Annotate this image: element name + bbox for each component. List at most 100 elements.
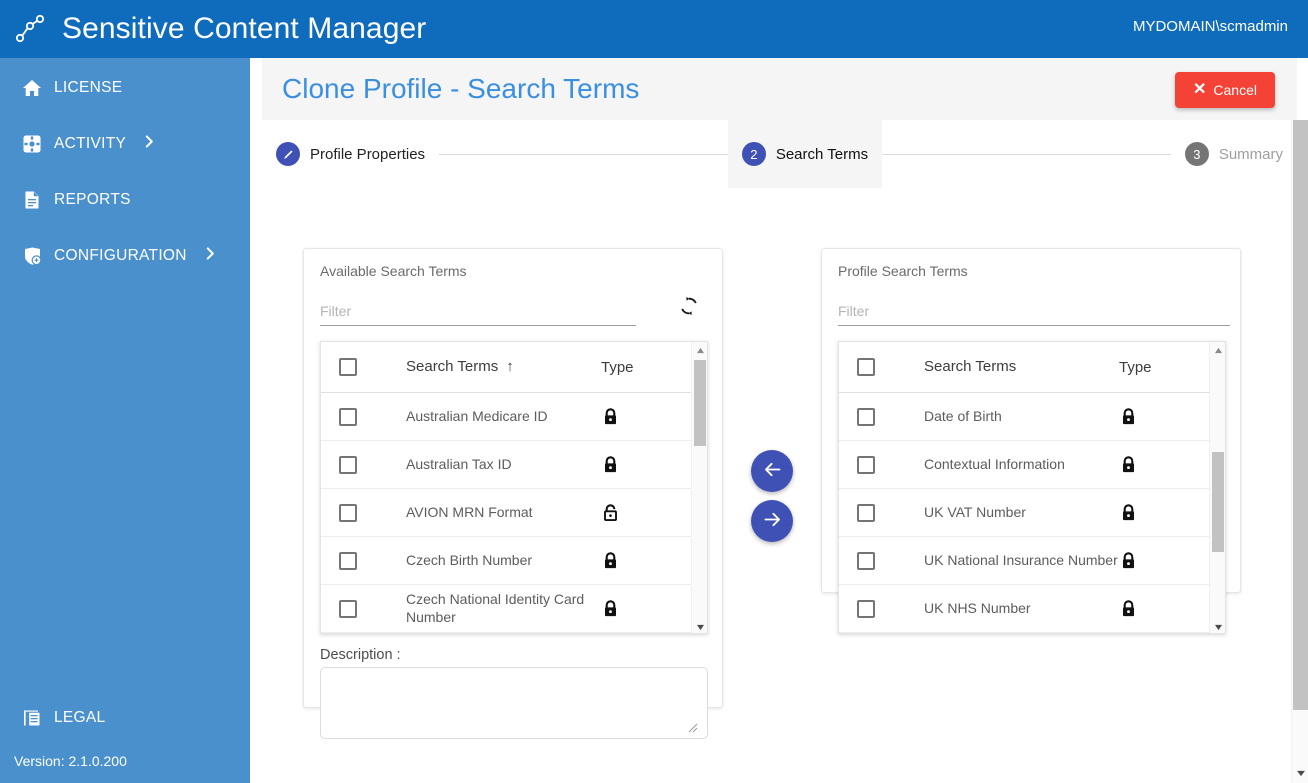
row-checkbox[interactable] (339, 599, 357, 618)
table-row[interactable]: Czech National Identity Card Number (321, 585, 693, 633)
current-user-label: MYDOMAIN\scmadmin (1132, 18, 1288, 35)
sidebar-item-label: LICENSE (54, 79, 123, 96)
select-all-checkbox[interactable] (339, 358, 357, 376)
home-icon (22, 78, 42, 98)
row-checkbox[interactable] (339, 455, 357, 474)
profile-list-header: Search Terms Type (839, 342, 1211, 393)
sidebar-item-activity[interactable]: ACTIVITY (0, 126, 250, 162)
available-list-scrollbar[interactable] (691, 342, 707, 633)
available-filter-input[interactable] (320, 297, 636, 326)
gear-square-icon (22, 134, 42, 154)
lock-closed-icon (1119, 407, 1211, 426)
move-left-button[interactable] (751, 450, 793, 492)
row-term-name: UK VAT Number (924, 503, 1026, 520)
arrow-right-icon (762, 509, 783, 533)
book-icon (22, 708, 42, 728)
step-label: Profile Properties (310, 145, 426, 163)
sidebar: LICENSE ACTIVITY REPORTS CONFIGURATION L… (0, 58, 250, 783)
row-checkbox[interactable] (857, 551, 875, 570)
row-checkbox[interactable] (857, 455, 875, 474)
refresh-icon[interactable] (674, 291, 704, 321)
lock-closed-icon (601, 407, 693, 426)
description-label: Description : (320, 647, 401, 663)
scroll-down-icon[interactable] (1292, 765, 1308, 781)
lock-closed-icon (601, 599, 693, 618)
column-header-label: Search Terms (406, 357, 499, 375)
row-checkbox[interactable] (857, 407, 875, 426)
version-text: Version: 2.1.0.200 (14, 753, 127, 769)
available-filter-wrap (320, 297, 636, 327)
scroll-up-icon[interactable] (692, 342, 707, 358)
close-x-icon: ✕ (1193, 81, 1207, 98)
table-row[interactable]: UK NHS Number (839, 585, 1211, 633)
table-row[interactable]: Australian Tax ID (321, 441, 693, 489)
chevron-right-icon (144, 134, 155, 154)
lock-closed-icon (601, 455, 693, 474)
page-title: Clone Profile - Search Terms (282, 73, 640, 104)
page-header: Clone Profile - Search Terms (262, 58, 1297, 120)
step-badge: 3 (1184, 142, 1209, 166)
profile-filter-wrap (838, 297, 1230, 327)
document-icon (22, 190, 42, 210)
scroll-up-icon[interactable] (1210, 342, 1225, 358)
shield-settings-icon (22, 246, 42, 266)
row-term-name: UK National Insurance Number (924, 551, 1118, 568)
step-search-terms[interactable]: 2 Search Terms (727, 120, 883, 188)
row-checkbox[interactable] (857, 503, 875, 522)
pencil-icon (276, 142, 300, 166)
row-checkbox[interactable] (339, 551, 357, 570)
sidebar-item-configuration[interactable]: CONFIGURATION (0, 238, 250, 274)
row-checkbox[interactable] (857, 599, 875, 618)
profile-terms-scroll: Search Terms Type Date of Birth Contextu… (839, 342, 1211, 633)
table-row[interactable]: AVION MRN Format (321, 489, 693, 537)
scroll-down-icon[interactable] (1210, 619, 1225, 633)
lock-closed-icon (601, 551, 693, 570)
profile-search-terms-panel: Profile Search Terms Search Terms Type (821, 248, 1241, 634)
available-list-header: Search Terms ↑ Type (321, 342, 693, 393)
scrollbar-thumb[interactable] (694, 360, 706, 446)
step-profile-properties[interactable]: Profile Properties (262, 120, 439, 188)
select-all-checkbox[interactable] (857, 358, 875, 376)
scroll-down-icon[interactable] (692, 619, 707, 633)
transfer-buttons (746, 450, 798, 556)
table-row[interactable]: Czech Birth Number (321, 537, 693, 585)
row-term-name: Czech Birth Number (406, 551, 533, 568)
row-checkbox[interactable] (339, 503, 357, 522)
column-header-type: Type (1119, 358, 1152, 376)
available-panel-caption: Available Search Terms (320, 263, 467, 279)
row-checkbox[interactable] (339, 407, 357, 426)
cancel-button[interactable]: ✕ Cancel (1175, 72, 1275, 108)
table-row[interactable]: UK VAT Number (839, 489, 1211, 537)
row-term-name: Contextual Information (924, 455, 1065, 472)
page-scrollbar[interactable] (1291, 120, 1308, 783)
main-content: Clone Profile - Search Terms ✕ Cancel Pr… (250, 58, 1308, 783)
row-term-name: Czech National Identity Card Number (406, 591, 585, 625)
sidebar-item-reports[interactable]: REPORTS (0, 182, 250, 218)
table-row[interactable]: Date of Birth (839, 393, 1211, 441)
lock-closed-icon (1119, 599, 1211, 618)
sidebar-footer: LEGAL Version: 2.1.0.200 (0, 701, 250, 783)
scrollbar-thumb[interactable] (1212, 452, 1224, 552)
description-textarea[interactable] (320, 667, 708, 739)
column-header-search-terms[interactable]: Search Terms ↑ (357, 358, 601, 377)
application-window: Sensitive Content Manager MYDOMAIN\scmad… (0, 0, 1308, 783)
profile-filter-input[interactable] (838, 297, 1230, 326)
table-row[interactable]: UK National Insurance Number (839, 537, 1211, 585)
table-row[interactable]: Australian Medicare ID (321, 393, 693, 441)
row-term-name: Australian Tax ID (406, 455, 512, 472)
row-term-name: UK NHS Number (924, 599, 1031, 616)
sidebar-item-legal[interactable]: LEGAL (0, 701, 250, 735)
move-right-button[interactable] (751, 500, 793, 542)
app-header: Sensitive Content Manager MYDOMAIN\scmad… (0, 0, 1308, 58)
row-term-name: Date of Birth (924, 407, 1002, 424)
profile-terms-list: Search Terms Type Date of Birth Contextu… (838, 341, 1226, 634)
column-header-search-terms[interactable]: Search Terms (875, 358, 1119, 377)
profile-list-scrollbar[interactable] (1209, 342, 1225, 633)
page-scrollbar-thumb[interactable] (1293, 120, 1308, 710)
sidebar-item-license[interactable]: LICENSE (0, 70, 250, 106)
sidebar-nav: LICENSE ACTIVITY REPORTS CONFIGURATION (0, 58, 250, 274)
table-row[interactable]: Contextual Information (839, 441, 1211, 489)
sidebar-item-label: CONFIGURATION (54, 247, 187, 264)
step-summary[interactable]: 3 Summary (1171, 120, 1297, 188)
stepper-connector (882, 153, 1171, 155)
